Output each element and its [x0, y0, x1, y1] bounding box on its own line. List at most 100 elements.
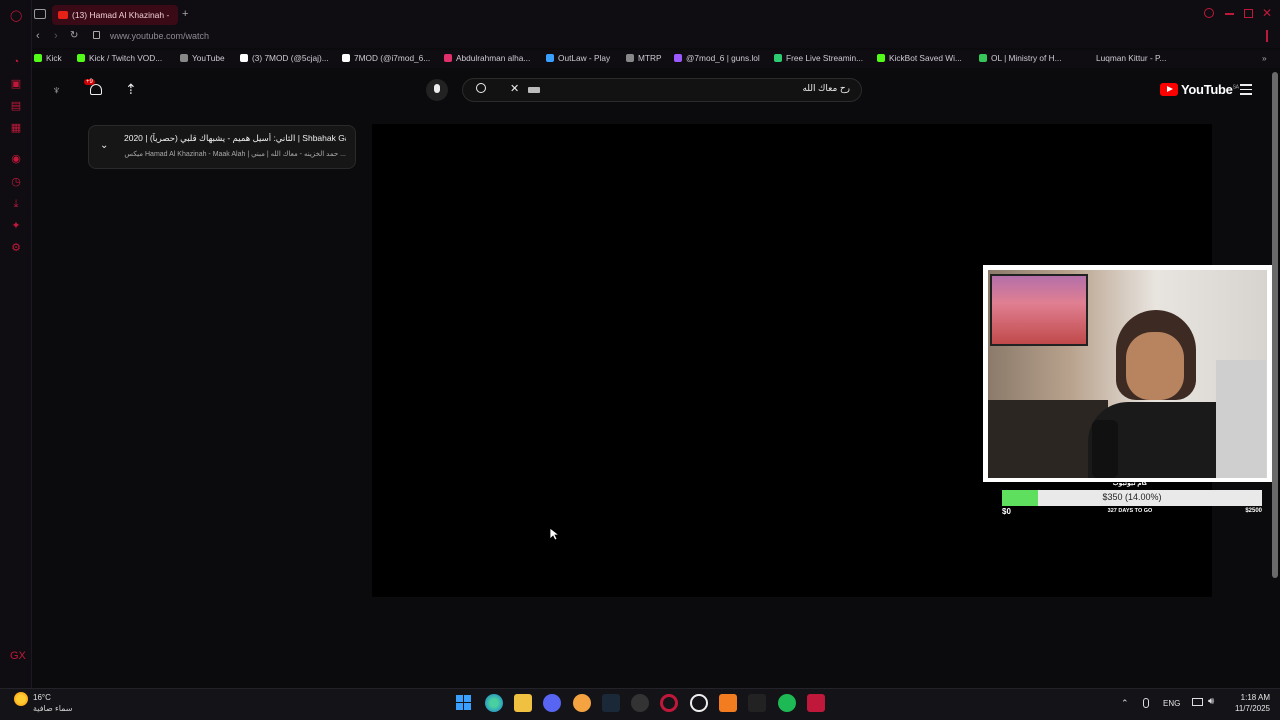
bookmark-item[interactable]: KickBot Saved Wi... — [877, 53, 962, 63]
youtube-favicon-icon — [58, 11, 68, 19]
page-scrollbar[interactable] — [1272, 72, 1278, 578]
playlist-title[interactable]: الثاني: أسيل هميم - يشبهاك قلبي (حصرياً)… — [124, 133, 346, 144]
search-icon[interactable] — [476, 83, 486, 93]
bookmark-item[interactable]: @7mod_6 | guns.lol — [674, 53, 760, 63]
youtube-play-icon — [1160, 83, 1178, 96]
opera-gx-icon[interactable] — [660, 694, 678, 712]
bookmark-item[interactable]: Abdulrahman alha... — [444, 53, 530, 63]
weather-icon[interactable] — [14, 692, 28, 706]
file-explorer-icon[interactable] — [514, 694, 532, 712]
bookmark-item[interactable]: 7MOD (@i7mod_6... — [342, 53, 430, 63]
maximize-icon[interactable] — [1244, 9, 1253, 18]
chevron-down-icon[interactable]: ⌄ — [100, 140, 108, 151]
playlist-panel[interactable] — [88, 125, 356, 169]
clear-search-icon[interactable]: ✕ — [510, 82, 519, 95]
sidebar-gx-icon[interactable]: GX — [10, 650, 26, 662]
sidebar-extensions-icon[interactable]: ✦ — [10, 220, 22, 232]
tab-menu-icon[interactable] — [34, 9, 46, 19]
bookmark-item[interactable]: OL | Ministry of H... — [979, 53, 1062, 63]
menu-icon[interactable] — [1240, 84, 1252, 95]
sidebar-player-icon[interactable]: ◉ — [10, 153, 22, 165]
goal-min: $0 — [1002, 507, 1011, 516]
webcam-feed — [988, 270, 1267, 478]
tab-title: (13) Hamad Al Khazinah - — [72, 10, 170, 20]
discord-icon[interactable] — [543, 694, 561, 712]
outlaw-icon — [546, 54, 554, 62]
close-window-icon[interactable]: ✕ — [1262, 6, 1272, 20]
weather-temperature[interactable]: 16°C — [33, 693, 51, 702]
sidebar-messenger-icon[interactable]: ▤ — [10, 100, 22, 112]
tray-overflow-icon[interactable]: ⌃ — [1121, 698, 1129, 709]
url-field[interactable]: www.youtube.com/watch — [110, 31, 209, 41]
page-icon — [626, 54, 634, 62]
room-tv-screen — [990, 274, 1088, 346]
upload-icon[interactable]: ⇡ — [125, 81, 137, 98]
clock-date[interactable]: 11/7/2025 — [1224, 704, 1270, 713]
bookmark-item[interactable]: (3) 7MOD (@5cjaj)... — [240, 53, 329, 63]
youtube-logo[interactable]: YouTubeSA — [1160, 82, 1239, 97]
bookmark-item[interactable]: MTRP — [626, 53, 662, 63]
goal-days-left: 327 DAYS TO GO — [1107, 508, 1153, 514]
spotify-icon[interactable] — [778, 694, 796, 712]
goal-progress-text: $350 (14.00%) — [1102, 492, 1162, 502]
clock-time[interactable]: 1:18 AM — [1224, 693, 1270, 702]
goal-title: كام تيوتيوب — [1112, 481, 1148, 487]
tiktok-icon — [342, 54, 350, 62]
input-language[interactable]: ENG — [1163, 699, 1180, 708]
network-icon[interactable] — [1192, 698, 1203, 706]
streaming-icon — [774, 54, 782, 62]
channel-logo-icon[interactable]: ♆ — [52, 83, 61, 97]
sidebar-bag-icon[interactable]: ▣ — [10, 78, 22, 90]
voice-search-button[interactable] — [426, 79, 448, 101]
bookmark-item[interactable]: YouTube — [180, 53, 225, 63]
opera-logo-icon[interactable]: ◯ — [10, 10, 22, 22]
sidebar-download-icon[interactable]: ⤓ — [10, 198, 22, 210]
chair — [1216, 360, 1266, 478]
start-icon[interactable] — [456, 695, 472, 711]
guns-lol-icon — [674, 54, 682, 62]
sidebar-news-icon[interactable]: ▦ — [10, 122, 22, 134]
keyboard-icon[interactable] — [528, 87, 540, 93]
app-icon[interactable] — [573, 694, 591, 712]
kick-icon — [77, 54, 85, 62]
microphone-tray-icon[interactable] — [1143, 698, 1149, 708]
bookmark-item[interactable]: Kick — [34, 53, 62, 63]
epic-games-icon[interactable] — [748, 694, 766, 712]
chatgpt-icon[interactable] — [631, 694, 649, 712]
forward-icon[interactable]: › — [54, 30, 58, 42]
bookmark-item[interactable]: OutLaw - Play — [546, 53, 610, 63]
page-icon — [180, 54, 188, 62]
ministry-icon — [979, 54, 987, 62]
notifications-button[interactable]: +9 — [84, 79, 104, 96]
bookmarks-overflow-icon[interactable]: » — [1262, 53, 1267, 63]
edge-icon[interactable] — [485, 694, 503, 712]
minimize-icon[interactable] — [1225, 13, 1234, 15]
app-icon-2[interactable] — [719, 694, 737, 712]
easy-setup-icon[interactable] — [1266, 30, 1268, 42]
streamer-face — [1126, 332, 1184, 400]
obs-icon[interactable] — [690, 694, 708, 712]
tab-youtube[interactable]: (13) Hamad Al Khazinah - — [52, 5, 178, 25]
steam-icon[interactable] — [602, 694, 620, 712]
app-icon-3[interactable] — [807, 694, 825, 712]
weather-description[interactable]: سماء صافية — [33, 704, 73, 713]
search-tabs-icon[interactable] — [1204, 8, 1214, 18]
microphone — [1092, 420, 1118, 478]
new-tab-icon[interactable]: + — [182, 8, 188, 20]
bookmark-item[interactable]: Kick / Twitch VOD... — [77, 53, 162, 63]
x-icon — [240, 54, 248, 62]
bookmark-item[interactable]: Luqman Kittur - P... — [1096, 53, 1166, 63]
notification-badge: +9 — [84, 79, 95, 85]
back-icon[interactable]: ‹ — [36, 30, 40, 42]
bell-icon — [90, 84, 102, 95]
mouse-cursor-icon — [549, 527, 559, 541]
search-input[interactable]: رح معاك الله — [700, 83, 850, 94]
bookmark-item[interactable]: Free Live Streamin... — [774, 53, 863, 63]
sidebar-settings-icon[interactable]: ⚙ — [10, 242, 22, 254]
sidebar-history-icon[interactable]: ◷ — [10, 176, 22, 188]
goal-progress-bar: $350 (14.00%) — [1002, 490, 1262, 506]
sidebar-ai-icon[interactable]: ◔ — [10, 56, 22, 68]
reload-icon[interactable]: ↻ — [70, 30, 78, 41]
kick-icon — [34, 54, 42, 62]
volume-icon[interactable]: 🔊︎ — [1208, 696, 1214, 707]
